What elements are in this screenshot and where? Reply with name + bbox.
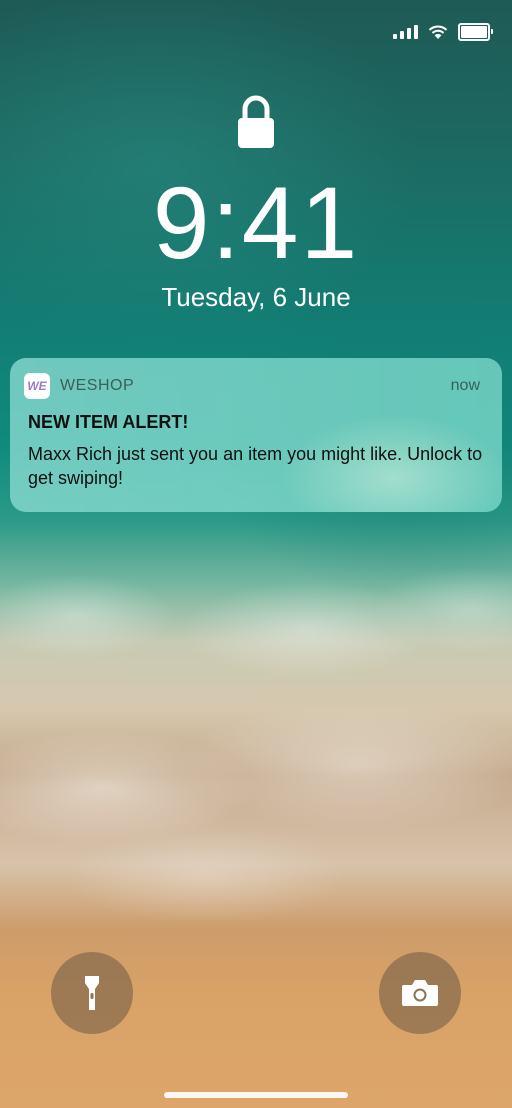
notification-body: Maxx Rich just sent you an item you migh… [28, 444, 483, 488]
weshop-app-icon: WE [24, 373, 50, 399]
status-bar [393, 20, 493, 44]
notification-header: WE WESHOP now [24, 372, 480, 400]
cellular-signal-icon [393, 25, 418, 39]
battery-icon [458, 23, 493, 41]
notification-time: now [450, 377, 480, 394]
battery-fill [461, 26, 487, 38]
wave-foam-lower [0, 700, 512, 920]
flashlight-icon [85, 976, 99, 1010]
wave-foam-upper [0, 560, 512, 700]
notification-card[interactable]: WE WESHOP now NEW ITEM ALERT! Maxx Rich … [10, 358, 502, 512]
notification-app-name: WESHOP [60, 377, 135, 394]
lock-screen-date: Tuesday, 6 June [161, 282, 351, 312]
padlock-icon [238, 95, 274, 148]
home-indicator[interactable] [164, 1092, 348, 1098]
flashlight-button[interactable] [51, 952, 133, 1034]
wifi-icon [428, 24, 448, 39]
camera-icon [402, 980, 438, 1006]
camera-button[interactable] [379, 952, 461, 1034]
lock-screen-time: 9:41 [152, 166, 360, 280]
notification-title: NEW ITEM ALERT! [28, 412, 189, 432]
